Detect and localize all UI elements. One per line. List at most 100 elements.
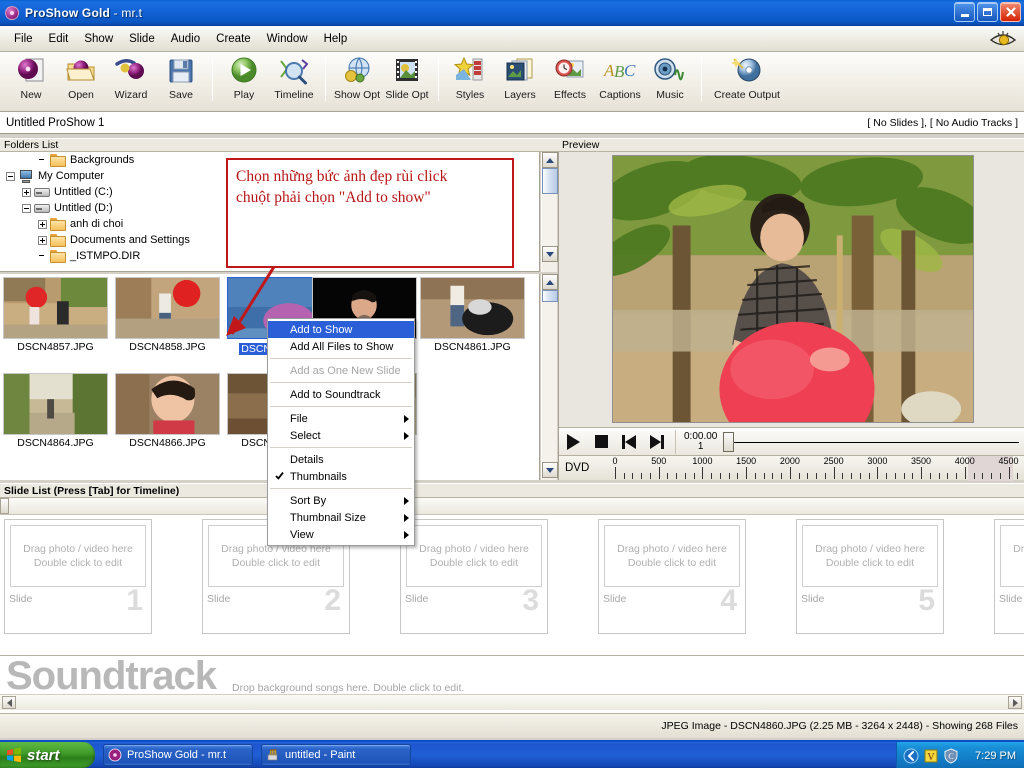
menu-slide[interactable]: Slide xyxy=(121,30,163,48)
dvd-ruler-minor-tick xyxy=(894,473,896,479)
slide-card[interactable]: Drag photo / video hereDouble click to e… xyxy=(796,519,944,634)
file-thumbnail-item[interactable]: DSCN4857.JPG xyxy=(3,277,108,353)
maximize-button[interactable] xyxy=(977,2,998,22)
context-menu-item[interactable]: File xyxy=(268,410,414,427)
slide-drop-zone[interactable]: Drag photo / video hereDouble click to e… xyxy=(406,525,542,587)
menu-create[interactable]: Create xyxy=(208,30,259,48)
toolbar-new-button[interactable]: New xyxy=(6,55,56,101)
context-menu-item[interactable]: Details xyxy=(268,451,414,468)
tree-expand-icon[interactable] xyxy=(22,187,31,197)
toolbar-play-button[interactable]: Play xyxy=(219,55,269,101)
soundtrack-scrollbar[interactable] xyxy=(0,694,1024,710)
context-menu-item[interactable]: Select xyxy=(268,427,414,444)
toolbar-save-button[interactable]: Save xyxy=(156,55,206,101)
menu-window[interactable]: Window xyxy=(259,30,316,48)
menu-help[interactable]: Help xyxy=(316,30,356,48)
slide-card[interactable]: Drag photo / video hereDouble click to e… xyxy=(994,519,1024,634)
tree-collapse-icon[interactable] xyxy=(6,171,15,181)
slide-drop-zone[interactable]: Drag photo / video hereDouble click to e… xyxy=(604,525,740,587)
toolbar-create-output-button[interactable]: Create Output xyxy=(708,55,786,101)
file-context-menu[interactable]: Add to Show Add All Files to Show Add as O… xyxy=(267,318,415,546)
toolbar-open-button[interactable]: Open xyxy=(56,55,106,101)
show-hidden-icons-arrow[interactable] xyxy=(903,748,919,764)
file-thumbnail-label: DSCN4857.JPG xyxy=(17,341,94,353)
menu-audio[interactable]: Audio xyxy=(163,30,208,48)
tree-collapse-icon[interactable] xyxy=(22,203,31,213)
file-thumbnail-item[interactable]: DSCN4861.JPG xyxy=(420,277,525,353)
slide-card[interactable]: Drag photo / video hereDouble click to e… xyxy=(400,519,548,634)
file-thumbnail-item[interactable]: DSCN4864.JPG xyxy=(3,373,108,449)
preview-stop-button[interactable] xyxy=(587,429,615,455)
context-menu-item[interactable]: Sort By xyxy=(268,492,414,509)
browser-scroll-thumb[interactable] xyxy=(542,290,558,302)
folders-scroll-thumb[interactable] xyxy=(542,168,558,194)
window-controls xyxy=(954,2,1021,22)
context-menu-item-label: Select xyxy=(290,429,321,442)
slide-list-scroll-nub[interactable] xyxy=(0,498,9,514)
context-menu-item[interactable]: View xyxy=(268,526,414,543)
start-button[interactable]: start xyxy=(0,742,95,768)
preview-next-button[interactable] xyxy=(643,429,671,455)
toolbar-show-opt-button[interactable]: Show Opt xyxy=(332,55,382,101)
preview-play-button[interactable] xyxy=(559,429,587,455)
dvd-ruler-minor-tick xyxy=(632,473,634,479)
context-menu-item[interactable]: Thumbnails xyxy=(268,468,414,485)
context-menu-item[interactable]: Add to Show xyxy=(268,321,414,338)
dvd-ruler-minor-tick xyxy=(991,473,993,479)
toolbar-slide-opt-label: Slide Opt xyxy=(385,89,429,101)
close-button[interactable] xyxy=(1000,2,1021,22)
tree-expand-icon[interactable] xyxy=(38,235,47,245)
toolbar-music-button[interactable]: Music xyxy=(645,55,695,101)
toolbar-captions-button[interactable]: A B C Captions xyxy=(595,55,645,101)
minimize-button[interactable] xyxy=(954,2,975,22)
file-thumbnail-item[interactable]: DSCN4858.JPG xyxy=(115,277,220,353)
context-menu-item[interactable]: Thumbnail Size xyxy=(268,509,414,526)
slide-list-scroll-strip[interactable] xyxy=(0,498,1024,515)
play-green-icon xyxy=(227,55,261,87)
folders-scroll-up-button[interactable] xyxy=(542,152,558,168)
taskbar-button-proshow[interactable]: ProShow Gold - mr.t xyxy=(103,744,253,766)
soundtrack-panel[interactable]: Soundtrack Drop background songs here. D… xyxy=(0,654,1024,713)
eye-preview-icon[interactable] xyxy=(988,28,1018,50)
toolbar-wizard-button[interactable]: Wizard xyxy=(106,55,156,101)
slide-number: 5 xyxy=(918,584,935,617)
dvd-ruler-minor-tick xyxy=(623,473,625,479)
context-menu-item-label: Add as One New Slide xyxy=(290,364,401,377)
slide-card[interactable]: Drag photo / video hereDouble click to e… xyxy=(4,519,152,634)
security-shield-icon[interactable]: C xyxy=(943,748,959,764)
taskbar-button-paint[interactable]: untitled - Paint xyxy=(261,744,411,766)
captions-abc-icon: A B C xyxy=(603,55,637,87)
toolbar-styles-button[interactable]: Styles xyxy=(445,55,495,101)
effects-clock-icon xyxy=(553,55,587,87)
menu-file[interactable]: File xyxy=(6,30,41,48)
preview-slider-handle[interactable] xyxy=(723,431,735,452)
folders-scroll-down-button[interactable] xyxy=(542,246,558,262)
toolbar-layers-button[interactable]: Layers xyxy=(495,55,545,101)
toolbar-slide-opt-button[interactable]: Slide Opt xyxy=(382,55,432,101)
preview-prev-button[interactable] xyxy=(615,429,643,455)
tree-item-label: My Computer xyxy=(38,170,105,182)
context-menu-item[interactable]: Add to Soundtrack xyxy=(268,386,414,403)
dvd-ruler-label: 1500 xyxy=(736,456,757,466)
slide-drop-zone[interactable]: Drag photo / video hereDouble click to e… xyxy=(802,525,938,587)
browser-scroll-down-button[interactable] xyxy=(542,462,558,478)
context-menu-item-label: Add to Soundtrack xyxy=(290,388,381,401)
folders-scrollbar[interactable] xyxy=(541,152,558,272)
file-thumbnail-item[interactable]: DSCN4866.JPG xyxy=(115,373,220,449)
file-thumbnail-label-wrap: DSCN4866.JPG xyxy=(115,437,220,449)
soundtrack-scroll-left-button[interactable] xyxy=(2,696,16,709)
soundtrack-scroll-right-button[interactable] xyxy=(1008,696,1022,709)
preview-time-slider[interactable] xyxy=(717,429,1024,455)
toolbar-timeline-button[interactable]: Timeline xyxy=(269,55,319,101)
tree-expand-icon[interactable] xyxy=(38,219,47,229)
context-menu-item[interactable]: Add All Files to Show xyxy=(268,338,414,355)
toolbar-effects-button[interactable]: Effects xyxy=(545,55,595,101)
menu-show[interactable]: Show xyxy=(76,30,121,48)
browser-scroll-up-button[interactable] xyxy=(542,274,558,290)
browser-scrollbar[interactable] xyxy=(541,274,558,480)
volume-yellow-icon[interactable]: V xyxy=(923,748,939,764)
slide-drop-zone[interactable]: Drag photo / video hereDouble click to e… xyxy=(1000,525,1024,587)
menu-edit[interactable]: Edit xyxy=(41,30,77,48)
slide-card[interactable]: Drag photo / video hereDouble click to e… xyxy=(598,519,746,634)
slide-drop-zone[interactable]: Drag photo / video hereDouble click to e… xyxy=(10,525,146,587)
